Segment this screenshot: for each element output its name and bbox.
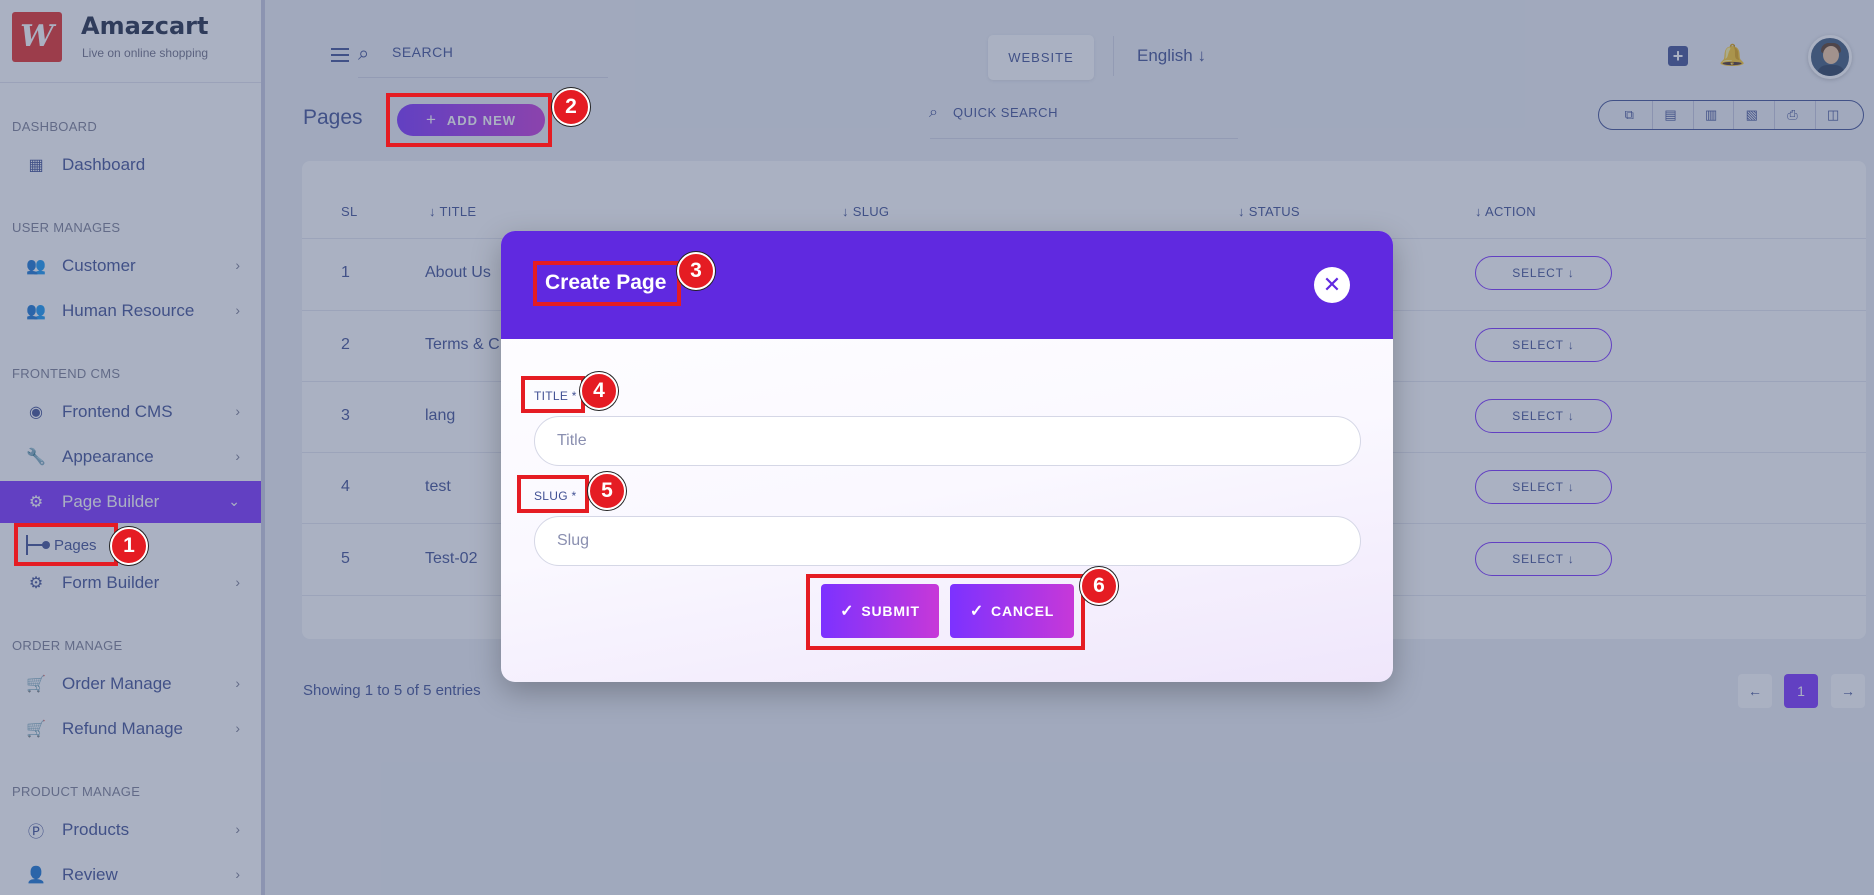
highlight-box-action-buttons (806, 574, 1085, 650)
step-badge-5: 5 (588, 472, 626, 510)
close-button[interactable]: ✕ (1314, 267, 1350, 303)
close-icon: ✕ (1322, 272, 1342, 297)
step-badge-4: 4 (580, 372, 618, 410)
highlight-box-slug-label (517, 475, 589, 513)
step-badge-3: 3 (677, 252, 715, 290)
highlight-box-pages (14, 523, 118, 566)
title-input[interactable] (534, 416, 1361, 466)
step-badge-2: 2 (552, 88, 590, 126)
step-badge-6: 6 (1080, 567, 1118, 605)
highlight-box-title-label (521, 376, 585, 413)
slug-input[interactable] (534, 516, 1361, 566)
step-badge-1: 1 (110, 527, 148, 565)
highlight-box-modal-title (533, 261, 681, 306)
highlight-box-add-new (386, 93, 552, 147)
